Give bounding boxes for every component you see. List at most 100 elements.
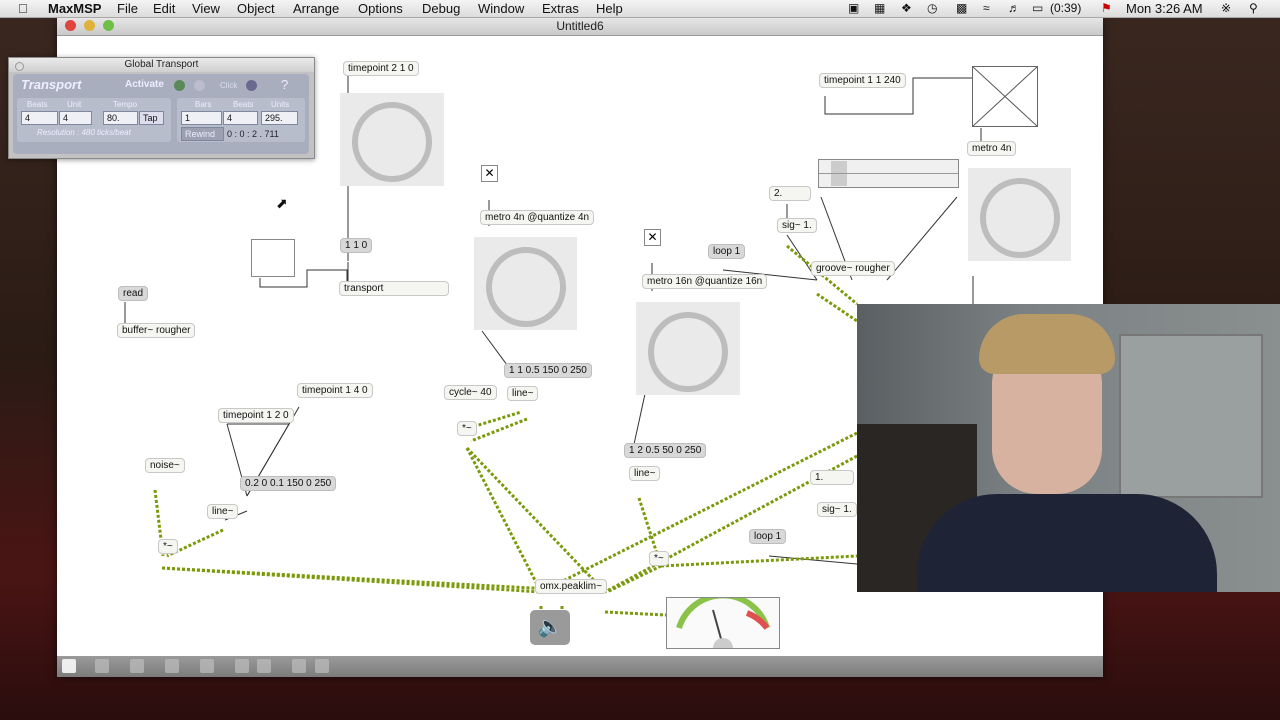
tempo-field[interactable]: 80. bbox=[103, 111, 138, 125]
battery-icon[interactable]: ▭ bbox=[1032, 1, 1043, 15]
menu-bar:  MaxMSP File Edit View Object Arrange O… bbox=[0, 0, 1280, 18]
buffer-rougher[interactable]: buffer~ rougher bbox=[117, 323, 196, 338]
line-c[interactable]: line~ bbox=[629, 466, 661, 481]
number-1[interactable]: 1. bbox=[810, 470, 854, 485]
menu-options[interactable]: Options bbox=[358, 1, 403, 16]
sig-1-b[interactable]: sig~ 1. bbox=[817, 502, 857, 517]
blink-indicator-3[interactable] bbox=[636, 302, 740, 395]
msg-1-1-05-150[interactable]: 1 1 0.5 150 0 250 bbox=[504, 363, 592, 378]
blink-indicator-4[interactable] bbox=[968, 168, 1071, 261]
sig-1-a[interactable]: sig~ 1. bbox=[777, 218, 817, 233]
screen-icon[interactable]: ▦ bbox=[874, 1, 885, 15]
activate-led[interactable] bbox=[174, 80, 185, 91]
times-c[interactable]: *~ bbox=[649, 551, 669, 566]
bars-col-label: Bars bbox=[195, 100, 212, 109]
new-object-icon[interactable] bbox=[95, 659, 109, 673]
bluetooth-box-icon[interactable]: ▩ bbox=[956, 1, 967, 15]
spotlight-icon[interactable]: ⚲ bbox=[1249, 1, 1258, 15]
timepoint-1-1-240[interactable]: timepoint 1 1 240 bbox=[819, 73, 906, 88]
camera-icon[interactable]: ▣ bbox=[848, 1, 859, 15]
line-b[interactable]: line~ bbox=[207, 504, 239, 519]
waveform-slider[interactable] bbox=[818, 159, 959, 188]
presentation-icon[interactable] bbox=[165, 659, 179, 673]
unit-field[interactable]: 4 bbox=[59, 111, 92, 125]
menu-arrange[interactable]: Arrange bbox=[293, 1, 339, 16]
tempo-group: Beats Unit Tempo 4 4 80. Tap Resolution … bbox=[17, 98, 171, 142]
metro-4n-right[interactable]: metro 4n bbox=[967, 141, 1017, 156]
menu-object[interactable]: Object bbox=[237, 1, 275, 16]
app-menu[interactable]: MaxMSP bbox=[48, 1, 101, 16]
button-bang-empty[interactable] bbox=[251, 239, 295, 277]
volume-icon[interactable]: ♬ bbox=[1008, 1, 1020, 15]
menu-edit[interactable]: Edit bbox=[153, 1, 175, 16]
msg-1-1-0[interactable]: 1 1 0 bbox=[340, 238, 373, 253]
units-col-label: Units bbox=[271, 100, 290, 109]
noise[interactable]: noise~ bbox=[145, 458, 185, 473]
global-transport-window[interactable]: Global Transport Transport Activate Clic… bbox=[8, 57, 315, 159]
msg-read[interactable]: read bbox=[118, 286, 149, 301]
menu-file[interactable]: File bbox=[117, 1, 138, 16]
times-a[interactable]: *~ bbox=[457, 421, 477, 436]
msg-loop-1-a[interactable]: loop 1 bbox=[708, 244, 746, 259]
metro-4n-quantize[interactable]: metro 4n @quantize 4n bbox=[480, 210, 595, 225]
beats-field[interactable]: 4 bbox=[21, 111, 58, 125]
blink-indicator-1[interactable] bbox=[340, 93, 444, 186]
msg-1-2-05-50[interactable]: 1 2 0.5 50 0 250 bbox=[624, 443, 707, 458]
blink-ring-4 bbox=[980, 178, 1060, 258]
toggle-2[interactable]: ✕ bbox=[644, 229, 661, 246]
align-right-icon[interactable] bbox=[257, 659, 271, 673]
wifi-icon[interactable]: ≈ bbox=[983, 1, 990, 15]
menu-view[interactable]: View bbox=[192, 1, 220, 16]
transport-close-button[interactable] bbox=[15, 62, 24, 71]
number-2[interactable]: 2. bbox=[769, 186, 811, 201]
bluetooth-icon[interactable]: ※ bbox=[1221, 1, 1231, 15]
blink-indicator-2[interactable] bbox=[474, 237, 577, 330]
msg-loop-1-b[interactable]: loop 1 bbox=[749, 529, 787, 544]
timemachine-icon[interactable]: ◷ bbox=[927, 1, 937, 15]
groove-rougher[interactable]: groove~ rougher bbox=[811, 261, 895, 276]
timepoint-2-1-0[interactable]: timepoint 2 1 0 bbox=[343, 61, 419, 76]
speaker-icon[interactable]: 🔈 bbox=[530, 610, 570, 645]
toggle-large[interactable] bbox=[972, 66, 1038, 127]
line-a[interactable]: line~ bbox=[507, 386, 539, 401]
help-button[interactable]: ? bbox=[281, 77, 288, 92]
menu-debug[interactable]: Debug bbox=[422, 1, 460, 16]
tempo-col-label: Tempo bbox=[113, 100, 138, 109]
toggle-1[interactable]: ✕ bbox=[481, 165, 498, 182]
bars-field[interactable]: 1 bbox=[181, 111, 222, 125]
window-title: Untitled6 bbox=[556, 19, 604, 33]
click-led[interactable] bbox=[246, 80, 257, 91]
menu-clock[interactable]: Mon 3:26 AM bbox=[1126, 1, 1203, 16]
beats-col-label: Beats bbox=[27, 100, 48, 109]
snap-icon[interactable] bbox=[315, 659, 329, 673]
dropbox-icon[interactable]: ❖ bbox=[901, 1, 912, 15]
msg-02-0-01-150[interactable]: 0.2 0 0.1 150 0 250 bbox=[240, 476, 337, 491]
inspector-icon[interactable] bbox=[200, 659, 214, 673]
rewind-button[interactable]: Rewind bbox=[181, 127, 224, 141]
cycle-40[interactable]: cycle~ 40 bbox=[444, 385, 497, 400]
battery-time[interactable]: (0:39) bbox=[1050, 1, 1081, 15]
timepoint-1-2-0[interactable]: timepoint 1 2 0 bbox=[218, 408, 294, 423]
menu-extras[interactable]: Extras bbox=[542, 1, 579, 16]
unit-col-label: Unit bbox=[67, 100, 82, 109]
apple-menu-icon[interactable]:  bbox=[18, 1, 28, 16]
activate-off-led[interactable] bbox=[194, 80, 205, 91]
menu-window[interactable]: Window bbox=[478, 1, 524, 16]
align-left-icon[interactable] bbox=[235, 659, 249, 673]
units-field[interactable]: 295. bbox=[261, 111, 298, 125]
metro-16n-quantize[interactable]: metro 16n @quantize 16n bbox=[642, 274, 768, 289]
grid-icon[interactable] bbox=[292, 659, 306, 673]
webcam-overlay bbox=[857, 304, 1280, 592]
meter-gauge-icon bbox=[676, 592, 770, 656]
timepoint-1-4-0[interactable]: timepoint 1 4 0 bbox=[297, 383, 373, 398]
times-b[interactable]: *~ bbox=[158, 539, 178, 554]
omx-peaklim[interactable]: omx.peaklim~ bbox=[535, 579, 607, 594]
move-icon[interactable] bbox=[130, 659, 144, 673]
tap-button[interactable]: Tap bbox=[139, 111, 164, 125]
activate-label: Activate bbox=[125, 79, 164, 90]
lock-icon[interactable] bbox=[62, 659, 76, 673]
beats2-field[interactable]: 4 bbox=[223, 111, 258, 125]
menu-help[interactable]: Help bbox=[596, 1, 623, 16]
flag-icon[interactable]: ⚑ bbox=[1101, 1, 1112, 15]
transport-object[interactable]: transport bbox=[339, 281, 449, 296]
